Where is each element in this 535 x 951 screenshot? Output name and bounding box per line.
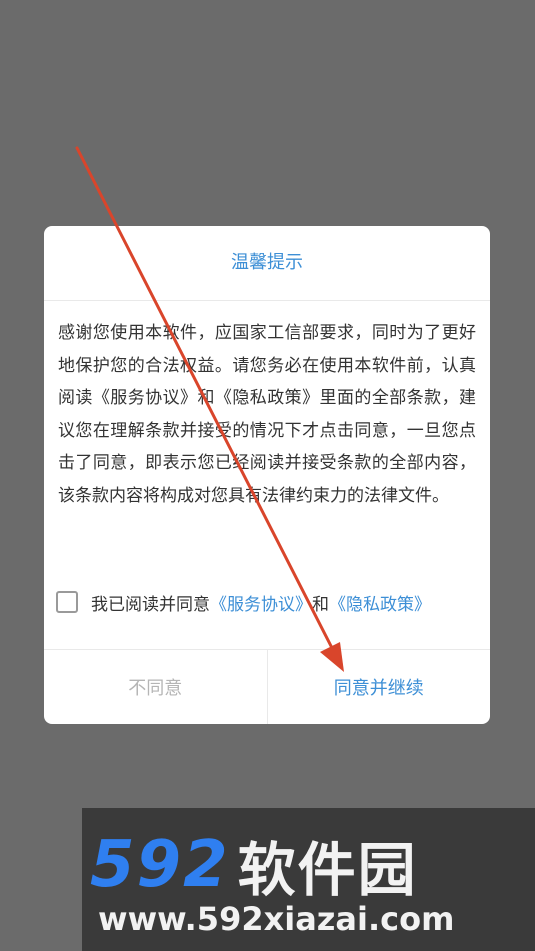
service-agreement-link[interactable]: 《服务协议》 bbox=[210, 590, 312, 615]
screen: 温馨提示 感谢您使用本软件，应国家工信部要求，同时为了更好地保护您的合法权益。请… bbox=[0, 0, 535, 951]
watermark-url: www.592xiazai.com bbox=[98, 900, 455, 938]
and-text: 和 bbox=[312, 594, 329, 615]
dialog-title: 温馨提示 bbox=[44, 226, 490, 301]
privacy-policy-link[interactable]: 《隐私政策》 bbox=[329, 590, 431, 615]
agree-row: 我已阅读并同意 《服务协议》 和 《隐私政策》 bbox=[44, 580, 490, 624]
agree-prefix-text: 我已阅读并同意 bbox=[91, 594, 210, 615]
dialog-footer: 不同意 同意并继续 bbox=[44, 649, 490, 724]
watermark-number: 592 bbox=[90, 828, 230, 902]
watermark-logo-row: 592 软件园 bbox=[90, 828, 418, 904]
watermark-logo: 592 软件园 www.592xiazai.com bbox=[82, 808, 535, 951]
watermark-name: 软件园 bbox=[237, 836, 418, 904]
dialog-body-text: 感谢您使用本软件，应国家工信部要求，同时为了更好地保护您的合法权益。请您务必在使… bbox=[58, 323, 476, 506]
agree-continue-button[interactable]: 同意并继续 bbox=[268, 650, 491, 724]
privacy-dialog: 温馨提示 感谢您使用本软件，应国家工信部要求，同时为了更好地保护您的合法权益。请… bbox=[44, 226, 490, 724]
agree-checkbox[interactable] bbox=[56, 591, 78, 613]
disagree-button[interactable]: 不同意 bbox=[44, 650, 268, 724]
